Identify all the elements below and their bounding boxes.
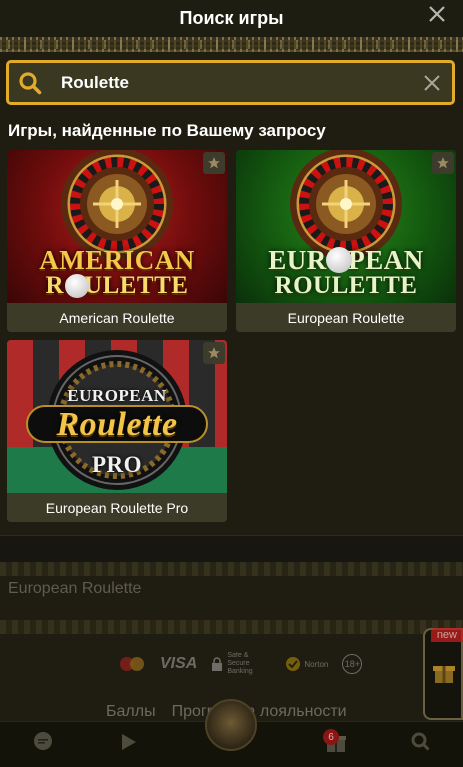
payment-logos: VISA Safe & Secure Banking Norton 18+ bbox=[120, 652, 363, 676]
background-section-title: European Roulette bbox=[8, 580, 142, 597]
safe-secure-logo: Safe & Secure Banking bbox=[211, 652, 271, 676]
checkmark-icon bbox=[286, 657, 301, 671]
favorite-button[interactable] bbox=[203, 342, 225, 364]
background-games-strip bbox=[0, 535, 463, 565]
game-thumbnail: AMERICAN ROULETTE bbox=[7, 150, 227, 303]
loyalty-avatar[interactable] bbox=[205, 699, 257, 751]
roulette-ball bbox=[326, 247, 352, 273]
search-modal-header: Поиск игры bbox=[0, 0, 463, 37]
game-title: American Roulette bbox=[7, 303, 227, 332]
game-card-american-roulette[interactable]: AMERICAN ROULETTE American Roulette bbox=[7, 150, 227, 332]
gift-count-badge: 6 bbox=[323, 729, 339, 745]
search-icon[interactable] bbox=[11, 63, 49, 102]
search-input[interactable] bbox=[49, 63, 412, 102]
game-title: European Roulette Pro bbox=[7, 493, 227, 522]
art-title-line3: PRO bbox=[91, 452, 143, 477]
art-title-line1: EUROPEAN bbox=[67, 386, 167, 405]
game-thumbnail: EUROPEAN ROULETTE bbox=[236, 150, 456, 303]
chat-icon[interactable] bbox=[32, 731, 54, 758]
background-pattern-band bbox=[0, 620, 463, 634]
close-icon bbox=[424, 74, 440, 91]
norton-logo: Norton bbox=[285, 656, 328, 672]
game-thumbnail: EUROPEAN Roulette PRO bbox=[7, 340, 227, 493]
close-icon[interactable] bbox=[425, 2, 449, 26]
star-icon bbox=[208, 157, 220, 169]
favorite-button[interactable] bbox=[432, 152, 454, 174]
star-icon bbox=[208, 347, 220, 359]
background-pattern-band bbox=[0, 562, 463, 576]
favorite-button[interactable] bbox=[203, 152, 225, 174]
roulette-ball bbox=[65, 274, 89, 298]
visa-logo: VISA bbox=[160, 655, 198, 672]
star-icon bbox=[437, 157, 449, 169]
search-nav-icon[interactable] bbox=[411, 732, 431, 757]
modal-title: Поиск игры bbox=[179, 8, 284, 28]
play-icon[interactable] bbox=[118, 732, 138, 757]
gift-icon bbox=[433, 666, 455, 683]
art-title-line2: ROULETTE bbox=[274, 272, 418, 299]
game-title: European Roulette bbox=[236, 303, 456, 332]
footer-link-points[interactable]: Баллы bbox=[106, 703, 156, 721]
ornament-band bbox=[0, 37, 463, 52]
lock-icon bbox=[212, 657, 223, 671]
game-card-european-roulette-pro[interactable]: EUROPEAN Roulette PRO European Roulette … bbox=[7, 340, 227, 522]
age-18-logo: 18+ bbox=[342, 654, 363, 674]
game-card-european-roulette[interactable]: EUROPEAN ROULETTE European Roulette bbox=[236, 150, 456, 332]
mastercard-logo bbox=[120, 657, 146, 671]
results-heading: Игры, найденные по Вашему запросу bbox=[8, 121, 326, 140]
new-badge: new bbox=[430, 628, 463, 642]
search-bar bbox=[6, 60, 455, 105]
art-title-line2: Roulette bbox=[56, 406, 178, 443]
art-title-line2: ROULETTE bbox=[45, 272, 189, 299]
footer-link-loyalty[interactable]: Программа лояльности bbox=[172, 703, 347, 721]
clear-search-button[interactable] bbox=[412, 63, 452, 102]
